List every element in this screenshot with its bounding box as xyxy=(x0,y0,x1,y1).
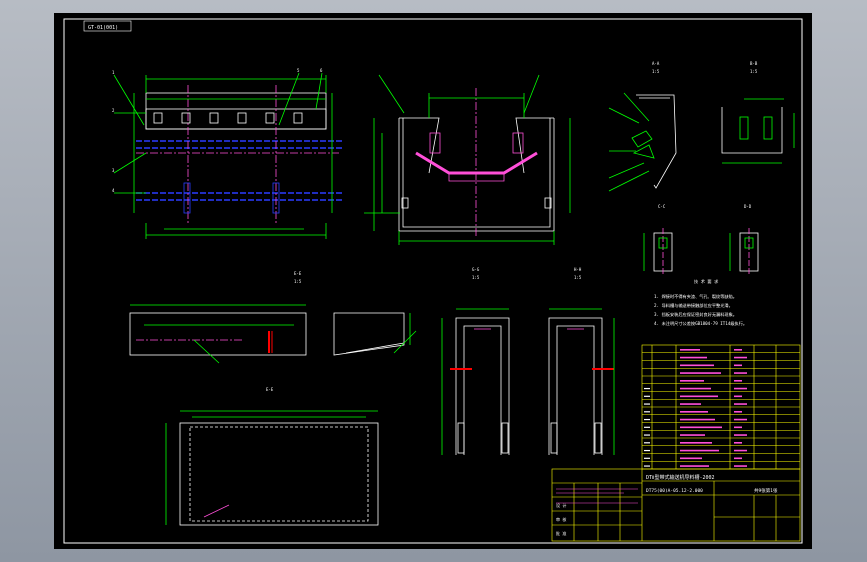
title-text: DTⅡ型带式输送机导料槽-2002 xyxy=(646,474,715,481)
svg-text:H-H: H-H xyxy=(574,267,582,272)
sheet-number: 共9张第1张 xyxy=(754,487,778,494)
detail-h: H-H 1:5 xyxy=(548,267,615,455)
notes-heading: 技 术 要 求 xyxy=(694,278,719,285)
callout-1: 1 xyxy=(112,70,115,75)
svg-text:1:5: 1:5 xyxy=(294,279,302,284)
note-3: 3. 挡板安装后应保证密封良好无漏料现象。 xyxy=(654,311,737,318)
detail-b: B-B 1:5 xyxy=(721,61,795,164)
svg-text:1:5: 1:5 xyxy=(574,275,582,280)
svg-text:E-E: E-E xyxy=(294,271,302,276)
detail-d: D-D xyxy=(729,204,759,275)
plate-view: E-E xyxy=(165,387,379,526)
svg-text:1:5: 1:5 xyxy=(652,69,660,74)
drawing-code: DT75(00)A-05.12-2.000 xyxy=(646,488,703,494)
technical-notes: 技 术 要 求 1. 焊接时不得有夹渣、气孔、裂纹等缺陷。 2. 导料槽与输送带… xyxy=(654,278,747,327)
callout-6: 6 xyxy=(320,68,323,73)
cad-drawing: GT-01(001) 1 2 3 4 5 6 A-A 1:5 B-B 1:5 C… xyxy=(63,18,803,544)
svg-text:1:5: 1:5 xyxy=(472,275,480,280)
svg-text:1:5: 1:5 xyxy=(750,69,758,74)
svg-text:D-D: D-D xyxy=(744,204,752,209)
cad-viewport: GT-01(001) 1 2 3 4 5 6 A-A 1:5 B-B 1:5 C… xyxy=(0,0,867,562)
detail-a: A-A 1:5 xyxy=(608,61,677,192)
detail-e: E-E 1:5 xyxy=(129,271,307,364)
callout-4: 4 xyxy=(112,188,115,193)
detail-c: C-C xyxy=(643,204,673,275)
drawing-canvas[interactable]: GT-01(001) 1 2 3 4 5 6 A-A 1:5 B-B 1:5 C… xyxy=(54,13,812,549)
svg-text:E-E: E-E xyxy=(266,387,274,392)
drawing-number-top: GT-01(001) xyxy=(88,25,118,31)
front-view: 1 2 3 4 5 6 xyxy=(112,68,344,239)
parts-list xyxy=(641,344,801,470)
note-2: 2. 导料槽与输送带接触部位应平整光滑。 xyxy=(654,302,733,309)
approver-label: 批 准 xyxy=(556,530,566,536)
note-4: 4. 未注明尺寸公差按GB1804-79 IT14级执行。 xyxy=(654,320,747,327)
side-view xyxy=(364,74,571,245)
checker-label: 审 核 xyxy=(556,516,566,522)
title-block-magenta-rows xyxy=(556,488,638,504)
callout-5: 5 xyxy=(297,68,300,73)
svg-text:C-C: C-C xyxy=(658,204,666,209)
svg-text:B-B: B-B xyxy=(750,61,758,66)
detail-g: G-G 1:5 xyxy=(441,267,510,455)
detail-f xyxy=(333,312,417,356)
svg-text:G-G: G-G xyxy=(472,267,480,272)
note-1: 1. 焊接时不得有夹渣、气孔、裂纹等缺陷。 xyxy=(654,293,737,300)
svg-text:A-A: A-A xyxy=(652,61,660,66)
callout-2: 2 xyxy=(112,108,115,113)
